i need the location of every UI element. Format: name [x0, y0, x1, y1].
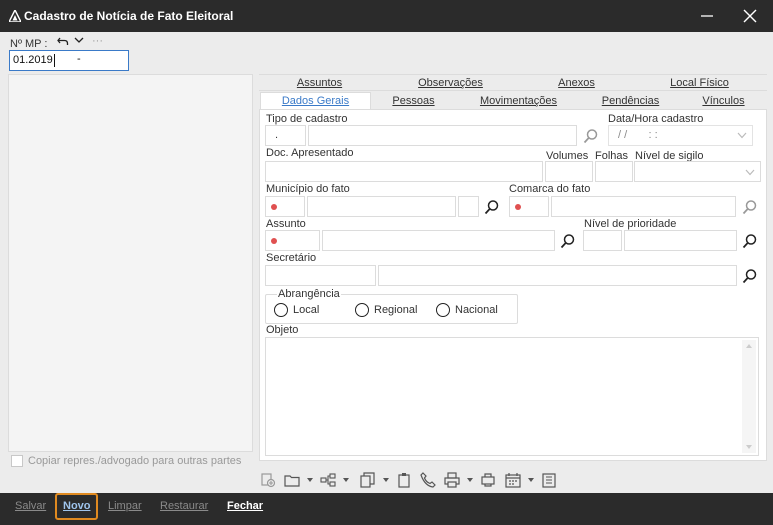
comarca-code-input[interactable]: [509, 196, 549, 217]
objeto-scrollbar[interactable]: [742, 340, 756, 453]
clipboard-icon[interactable]: [396, 472, 412, 488]
tipo-cadastro-code-input[interactable]: .: [265, 125, 306, 146]
volumes-input[interactable]: [545, 161, 593, 182]
tab-observacoes[interactable]: Observações: [380, 77, 521, 89]
objeto-textarea[interactable]: [265, 337, 759, 456]
phone-icon[interactable]: [420, 472, 436, 488]
required-indicator: [271, 238, 277, 244]
printer-alt-icon[interactable]: [480, 472, 496, 488]
copy-representative-label: Copiar repres./advogado para outras part…: [28, 455, 242, 467]
document-list-icon[interactable]: [541, 472, 557, 488]
folder-icon[interactable]: [284, 472, 300, 488]
radio-nacional-label[interactable]: Nacional: [455, 304, 498, 316]
search-icon[interactable]: [742, 199, 758, 215]
secretario-code-input[interactable]: [265, 265, 376, 286]
abrangencia-label: Abrangência: [277, 288, 341, 300]
add-document-icon[interactable]: [260, 472, 276, 488]
more-icon[interactable]: ···: [92, 35, 103, 47]
tipo-cadastro-code-value: .: [275, 129, 279, 141]
prioridade-desc-input[interactable]: [624, 230, 737, 251]
chevron-down-icon[interactable]: [737, 132, 747, 139]
title-bar: Cadastro de Notícia de Fato Eleitoral: [0, 0, 773, 32]
left-list-panel[interactable]: [8, 74, 253, 452]
tab-assuntos[interactable]: Assuntos: [259, 77, 380, 89]
radio-regional-label[interactable]: Regional: [374, 304, 417, 316]
tab-pendencias[interactable]: Pendências: [581, 95, 680, 107]
comarca-label: Comarca do fato: [509, 183, 591, 195]
mp-label: Nº MP :: [10, 38, 48, 50]
doc-apresentado-input[interactable]: [265, 161, 543, 182]
nivel-sigilo-select[interactable]: [634, 161, 761, 182]
print-icon[interactable]: [444, 472, 460, 488]
data-hora-input[interactable]: / / : :: [608, 125, 753, 146]
required-indicator: [515, 204, 521, 210]
folhas-input[interactable]: [595, 161, 633, 182]
undo-icon[interactable]: [57, 35, 69, 47]
assunto-label: Assunto: [266, 218, 306, 230]
copy-documents-icon[interactable]: [360, 472, 376, 488]
radio-nacional[interactable]: [436, 303, 450, 317]
assunto-code-input[interactable]: [265, 230, 320, 251]
doc-apresentado-label: Doc. Apresentado: [266, 147, 354, 159]
limpar-button[interactable]: Limpar: [108, 500, 142, 512]
municipio-label: Município do fato: [266, 183, 350, 195]
caret-down-icon[interactable]: [307, 478, 313, 482]
comarca-name-input[interactable]: [551, 196, 736, 217]
tab-movimentacoes[interactable]: Movimentações: [456, 95, 581, 107]
data-hora-label: Data/Hora cadastro: [608, 113, 704, 125]
caret-down-icon[interactable]: [343, 478, 349, 482]
required-indicator: [271, 204, 277, 210]
prioridade-code-input[interactable]: [583, 230, 622, 251]
scroll-down-icon[interactable]: [746, 445, 752, 449]
salvar-button[interactable]: Salvar: [15, 500, 46, 512]
copy-representative-checkbox[interactable]: [11, 455, 23, 467]
tab-row-divider: [259, 90, 767, 91]
app-logo-icon: [9, 10, 21, 22]
secretario-label: Secretário: [266, 252, 317, 264]
municipio-uf-input[interactable]: [458, 196, 479, 217]
window-title: Cadastro de Notícia de Fato Eleitoral: [24, 9, 234, 23]
restaurar-button[interactable]: Restaurar: [160, 500, 208, 512]
novo-button[interactable]: Novo: [63, 500, 91, 512]
search-icon[interactable]: [560, 233, 576, 249]
caret-down-icon[interactable]: [467, 478, 473, 482]
text-cursor: [54, 54, 55, 67]
hierarchy-icon[interactable]: [320, 472, 336, 488]
chevron-down-icon[interactable]: [74, 36, 84, 44]
search-icon[interactable]: [583, 128, 599, 144]
search-icon[interactable]: [484, 199, 500, 215]
municipio-code-input[interactable]: [265, 196, 305, 217]
search-icon[interactable]: [742, 268, 758, 284]
tab-vinculos[interactable]: Vínculos: [680, 95, 767, 107]
tipo-cadastro-desc-input[interactable]: [308, 125, 577, 146]
mp-number-input[interactable]: 01.2019 -: [9, 50, 129, 71]
search-icon[interactable]: [742, 233, 758, 249]
calendar-icon[interactable]: [505, 472, 521, 488]
fechar-button[interactable]: Fechar: [227, 500, 263, 512]
mp-number-value: 01.2019: [13, 54, 53, 66]
assunto-desc-input[interactable]: [322, 230, 555, 251]
mp-number-suffix: -: [77, 53, 81, 65]
tab-dados-gerais[interactable]: Dados Gerais: [260, 95, 371, 107]
data-hora-value: / / : :: [618, 129, 658, 141]
caret-down-icon[interactable]: [528, 478, 534, 482]
objeto-label: Objeto: [266, 324, 299, 336]
radio-regional[interactable]: [355, 303, 369, 317]
close-icon[interactable]: [740, 6, 760, 26]
chevron-down-icon[interactable]: [745, 169, 755, 176]
prioridade-label: Nível de prioridade: [584, 218, 677, 230]
tipo-cadastro-label: Tipo de cadastro: [266, 113, 348, 125]
minimize-icon[interactable]: [697, 6, 717, 26]
tab-local-fisico[interactable]: Local Físico: [632, 77, 767, 89]
tab-anexos[interactable]: Anexos: [521, 77, 632, 89]
radio-local-label[interactable]: Local: [293, 304, 319, 316]
municipio-name-input[interactable]: [307, 196, 456, 217]
secretario-name-input[interactable]: [378, 265, 737, 286]
caret-down-icon[interactable]: [383, 478, 389, 482]
scroll-up-icon[interactable]: [746, 344, 752, 348]
radio-local[interactable]: [274, 303, 288, 317]
tab-pessoas[interactable]: Pessoas: [371, 95, 456, 107]
